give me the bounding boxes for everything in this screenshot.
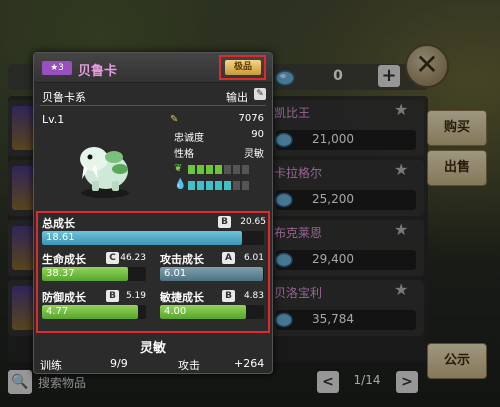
personality-value: 灵敏 bbox=[244, 149, 264, 160]
growth-hp-label: 生命成长 bbox=[42, 253, 86, 266]
personality-label: 性格 bbox=[174, 149, 194, 160]
training-value: 9/9 bbox=[110, 357, 128, 370]
growth-atk-bar: 6.01 bbox=[160, 267, 264, 281]
growth-stats-panel: 总成长 B 20.65 18.61 生命成长 C 46.23 38.37 攻击成… bbox=[36, 211, 270, 333]
pet-role: 输出 bbox=[226, 91, 248, 104]
bar-segment bbox=[188, 165, 195, 174]
growth-hp-bar: 38.37 bbox=[42, 267, 146, 281]
attack-value: +264 bbox=[234, 357, 265, 370]
divider bbox=[40, 105, 266, 106]
growth-hp-value: 46.23 bbox=[120, 253, 146, 263]
bar-segment bbox=[206, 181, 213, 190]
growth-agi-label: 敏捷成长 bbox=[160, 291, 204, 304]
bar-segment bbox=[197, 181, 204, 190]
growth-agi-value: 4.83 bbox=[243, 291, 264, 301]
grade-highlight: 极品 bbox=[219, 55, 266, 80]
card-header: ★3 贝鲁卡 极品 bbox=[34, 53, 272, 83]
bar-segment bbox=[233, 165, 240, 174]
growth-agi-bar: 4.00 bbox=[160, 305, 264, 319]
attack-label: 攻击 bbox=[178, 359, 200, 372]
power-value: 7076 bbox=[238, 113, 264, 124]
bar-segment bbox=[233, 181, 240, 190]
trait-label: 灵敏 bbox=[139, 341, 166, 356]
growth-def-value: 5.19 bbox=[125, 291, 146, 301]
bar-segment bbox=[206, 165, 213, 174]
bar-segment bbox=[242, 165, 249, 174]
growth-atk-bar-text: 6.01 bbox=[164, 268, 187, 279]
growth-total-grade: B bbox=[218, 216, 231, 228]
pet-level: Lv.1 bbox=[42, 113, 65, 126]
bar-segment bbox=[242, 181, 249, 190]
growth-atk-grade: A bbox=[222, 252, 235, 264]
bar-segment bbox=[197, 165, 204, 174]
bar-segment bbox=[224, 165, 231, 174]
growth-def-bar-text: 4.77 bbox=[46, 306, 69, 317]
growth-agi-bar-text: 4.00 bbox=[164, 306, 187, 317]
growth-def-bar: 4.77 bbox=[42, 305, 146, 319]
leaf-icon: ❦ bbox=[174, 163, 183, 174]
power-icon: ✎ bbox=[170, 114, 179, 125]
growth-hp-bar-text: 38.37 bbox=[46, 268, 75, 279]
water-drop-icon: 💧 bbox=[174, 179, 187, 190]
loyalty-value: 90 bbox=[251, 129, 264, 140]
growth-atk-value: 6.01 bbox=[243, 253, 264, 263]
growth-total-value: 20.65 bbox=[240, 217, 266, 227]
bar-segment bbox=[215, 165, 222, 174]
growth-total-bar-text: 18.61 bbox=[46, 232, 75, 243]
grade-tag: 极品 bbox=[225, 60, 261, 75]
pet-portrait bbox=[80, 147, 129, 198]
growth-total-bar: 18.61 bbox=[42, 231, 264, 245]
training-label: 训练 bbox=[40, 359, 62, 372]
bar-segment bbox=[188, 181, 195, 190]
mood-bar bbox=[188, 181, 249, 190]
bar-segment bbox=[215, 181, 222, 190]
pet-detail-card: ★3 贝鲁卡 极品 贝鲁卡系 输出 ✎ Lv.1 ✎ 7076 忠诚度 90 性… bbox=[33, 52, 273, 374]
pet-family: 贝鲁卡系 bbox=[42, 91, 86, 104]
sword-icon: ✎ bbox=[254, 88, 266, 100]
growth-agi-grade: B bbox=[222, 290, 235, 302]
rank-badge: ★3 bbox=[42, 61, 72, 75]
loyalty-label: 忠诚度 bbox=[174, 133, 204, 144]
growth-total-label: 总成长 bbox=[42, 217, 75, 230]
growth-def-label: 防御成长 bbox=[42, 291, 86, 304]
bar-segment bbox=[224, 181, 231, 190]
stamina-bar bbox=[188, 165, 249, 174]
growth-atk-label: 攻击成长 bbox=[160, 253, 204, 266]
pet-name: 贝鲁卡 bbox=[78, 64, 118, 79]
